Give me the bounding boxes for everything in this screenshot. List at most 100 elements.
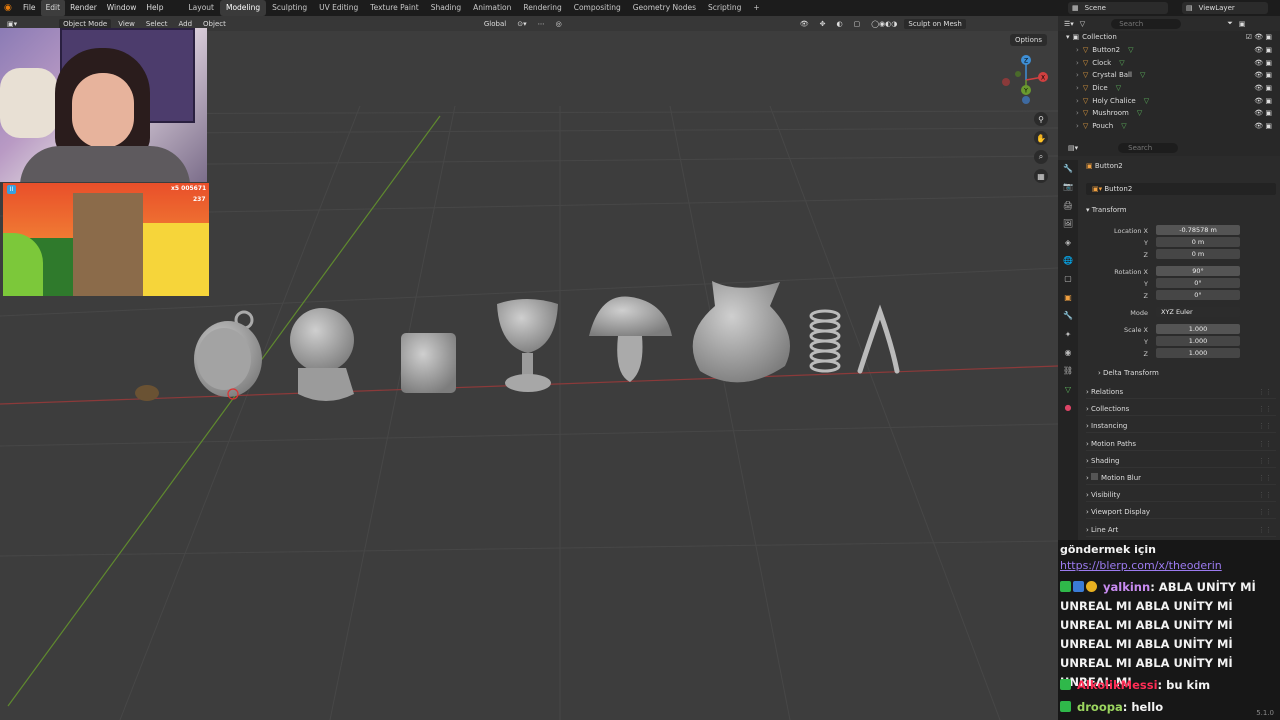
drag-handle-icon[interactable]: ⋮⋮ — [1258, 437, 1272, 451]
menu-file[interactable]: File — [18, 0, 41, 16]
section-visibility[interactable]: › Visibility ⋮⋮ — [1086, 488, 1276, 503]
output-tab-icon[interactable]: 🖨 — [1058, 197, 1078, 215]
properties-editor-icon[interactable]: ▤▾ — [1068, 144, 1078, 152]
outliner-item-pouch[interactable]: › ▽ Pouch ▽ 👁 ▣ — [1058, 120, 1280, 133]
scene-tab-icon[interactable]: ◈ — [1058, 234, 1078, 252]
drag-handle-icon[interactable]: ⋮⋮ — [1258, 454, 1272, 468]
navigation-gizmo[interactable]: Z X Y — [998, 52, 1054, 108]
rotation-z-field[interactable]: 0° — [1156, 290, 1240, 300]
chevron-right-icon[interactable]: › — [1076, 122, 1079, 130]
drag-handle-icon[interactable]: ⋮⋮ — [1258, 385, 1272, 399]
drag-handle-icon[interactable]: ⋮⋮ — [1258, 471, 1272, 485]
section-motion-blur[interactable]: › Motion Blur ⋮⋮ — [1086, 471, 1276, 485]
checkbox-icon[interactable] — [1091, 473, 1099, 480]
snap-icon[interactable]: ⋯ — [534, 19, 549, 29]
menu-select[interactable]: Select — [142, 19, 172, 29]
scale-x-field[interactable]: 1.000 — [1156, 324, 1240, 334]
overlay-toggle-icon[interactable]: ◐ — [832, 19, 846, 29]
outliner-item-clock[interactable]: › ▽ Clock ▽ 👁 ▣ — [1058, 56, 1280, 69]
tab-scripting[interactable]: Scripting — [702, 0, 747, 16]
shading-modes-icon[interactable]: ◯◉◐◑ — [867, 19, 901, 29]
pivot-icon[interactable]: ⊙▾ — [513, 19, 530, 29]
object-name-field[interactable]: ▣▾ Button2 — [1086, 183, 1276, 195]
pan-hand-icon[interactable]: ✋ — [1034, 131, 1048, 145]
section-line-art[interactable]: › Line Art ⋮⋮ — [1086, 523, 1276, 537]
physics-tab-icon[interactable]: ◉ — [1058, 344, 1078, 362]
outliner-item-button2[interactable]: › ▽ Button2 ▽ 👁 ▣ — [1058, 44, 1280, 57]
chat-username[interactable]: AlkolikMessi — [1077, 678, 1158, 692]
tab-animation[interactable]: Animation — [467, 0, 517, 16]
menu-window[interactable]: Window — [102, 0, 142, 16]
visibility-icon[interactable]: 👁 ▣ — [1254, 97, 1272, 105]
sculpt-on-mesh-button[interactable]: Sculpt on Mesh — [904, 18, 966, 29]
scene-selector[interactable]: ▦ Scene — [1068, 2, 1168, 14]
visibility-icon[interactable]: 👁 ▣ — [1254, 71, 1272, 79]
menu-help[interactable]: Help — [141, 0, 168, 16]
menu-edit[interactable]: Edit — [40, 0, 66, 16]
scale-z-field[interactable]: 1.000 — [1156, 348, 1240, 358]
outliner-search-input[interactable]: Search — [1111, 18, 1182, 29]
modifier-tab-icon[interactable]: 🔧 — [1058, 307, 1078, 325]
new-collection-icon[interactable]: ▣ — [1239, 20, 1246, 28]
visibility-icon[interactable]: 👁 ▣ — [1254, 59, 1272, 67]
rotation-x-field[interactable]: 90° — [1156, 266, 1240, 276]
outliner-filter-icon[interactable]: ⏷ — [1227, 19, 1233, 28]
collection-tab-icon[interactable]: ▢ — [1058, 270, 1078, 288]
chat-username[interactable]: droopa — [1077, 700, 1123, 714]
section-instancing[interactable]: › Instancing ⋮⋮ — [1086, 419, 1276, 434]
properties-search-input[interactable]: Search — [1118, 143, 1179, 153]
menu-view[interactable]: View — [114, 19, 139, 29]
object-mode-dropdown[interactable]: Object Mode — [59, 18, 112, 29]
tab-modeling[interactable]: Modeling — [219, 0, 267, 16]
outliner-item-mushroom[interactable]: › ▽ Mushroom ▽ 👁 ▣ — [1058, 107, 1280, 120]
add-workspace-button[interactable]: + — [747, 0, 765, 16]
outliner-editor-icon[interactable]: ☰▾ — [1064, 20, 1074, 28]
location-x-field[interactable]: -0.78578 m — [1156, 225, 1240, 235]
drag-handle-icon[interactable]: ⋮⋮ — [1258, 523, 1272, 537]
chevron-right-icon[interactable]: › — [1076, 97, 1079, 105]
menu-object[interactable]: Object — [199, 19, 230, 29]
tab-rendering[interactable]: Rendering — [517, 0, 567, 16]
camera-view-icon[interactable]: ⌕ — [1034, 150, 1048, 164]
rotation-mode-dropdown[interactable]: XYZ Euler — [1156, 307, 1240, 317]
tab-texture-paint[interactable]: Texture Paint — [364, 0, 424, 16]
perspective-grid-icon[interactable]: ▦ — [1034, 169, 1048, 183]
object-tab-icon[interactable]: ▣ — [1058, 289, 1078, 307]
data-tab-icon[interactable]: ▽ — [1058, 381, 1078, 399]
section-relations[interactable]: › Relations ⋮⋮ — [1086, 385, 1276, 399]
menu-add[interactable]: Add — [174, 19, 196, 29]
constraints-tab-icon[interactable]: ⛓ — [1058, 362, 1078, 380]
chevron-right-icon[interactable]: › — [1076, 46, 1079, 54]
section-motion-paths[interactable]: › Motion Paths ⋮⋮ — [1086, 437, 1276, 451]
tab-geometry-nodes[interactable]: Geometry Nodes — [627, 0, 702, 16]
section-viewport-display[interactable]: › Viewport Display ⋮⋮ — [1086, 505, 1276, 520]
transform-header[interactable]: ▾ Transform — [1086, 206, 1127, 214]
zoom-icon[interactable]: ⚲ — [1034, 112, 1048, 126]
filter-icon[interactable]: ▽ — [1080, 20, 1085, 28]
tab-sculpting[interactable]: Sculpting — [266, 0, 313, 16]
drag-handle-icon[interactable]: ⋮⋮ — [1258, 419, 1272, 433]
rotation-y-field[interactable]: 0° — [1156, 278, 1240, 288]
orientation-dropdown[interactable]: Global — [480, 19, 510, 29]
view-layer-tab-icon[interactable]: 🖼 — [1058, 215, 1078, 233]
drag-handle-icon[interactable]: ⋮⋮ — [1258, 505, 1272, 519]
visibility-icon[interactable]: 👁 ▣ — [1254, 109, 1272, 117]
tab-shading[interactable]: Shading — [425, 0, 467, 16]
material-tab-icon[interactable]: ● — [1058, 399, 1078, 417]
outliner-item-holy-chalice[interactable]: › ▽ Holy Chalice ▽ 👁 ▣ — [1058, 94, 1280, 107]
chevron-down-icon[interactable]: ▾ — [1066, 33, 1070, 41]
scale-y-field[interactable]: 1.000 — [1156, 336, 1240, 346]
section-shading[interactable]: › Shading ⋮⋮ — [1086, 454, 1276, 468]
outliner-item-dice[interactable]: › ▽ Dice ▽ 👁 ▣ — [1058, 82, 1280, 95]
chat-link[interactable]: https://blerp.com/x/theoderin — [1060, 556, 1278, 575]
world-tab-icon[interactable]: 🌐 — [1058, 252, 1078, 270]
blender-logo-icon[interactable]: ◉ — [4, 3, 18, 13]
visibility-icon[interactable]: 👁 ▣ — [1254, 122, 1272, 130]
tab-compositing[interactable]: Compositing — [568, 0, 627, 16]
outliner-item-crystal-ball[interactable]: › ▽ Crystal Ball ▽ 👁 ▣ — [1058, 69, 1280, 82]
collection-visibility-icon[interactable]: ☑ 👁 ▣ — [1246, 33, 1272, 41]
chat-username[interactable]: yalkinn — [1103, 580, 1150, 594]
editor-type-icon[interactable]: ▣▾ — [3, 19, 21, 29]
gizmo-toggle-icon[interactable]: ✥ — [816, 19, 830, 29]
chevron-right-icon[interactable]: › — [1076, 71, 1079, 79]
